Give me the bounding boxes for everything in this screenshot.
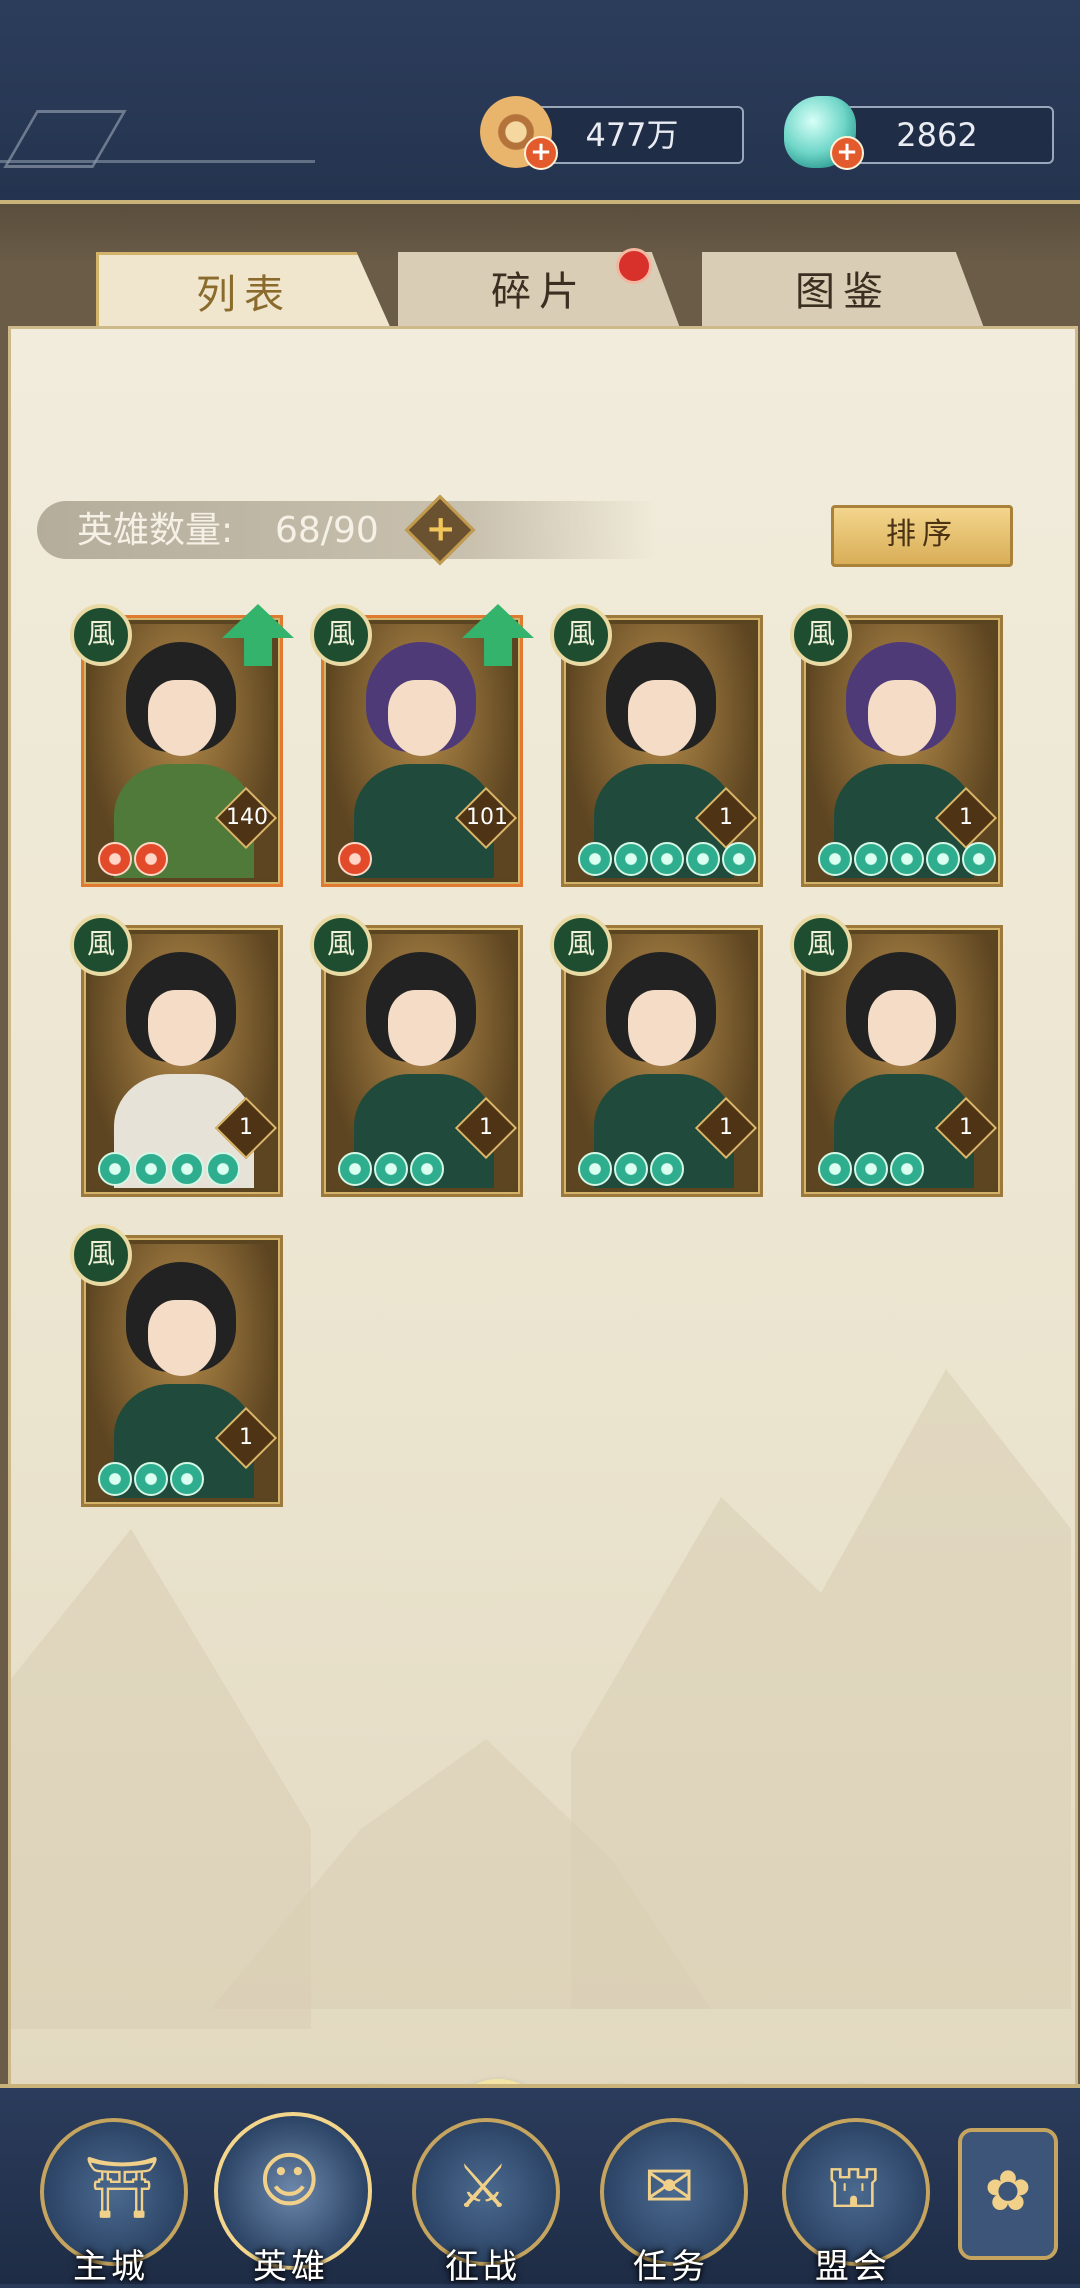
star-rating: [338, 1152, 444, 1186]
wind-element-icon: 風: [550, 604, 612, 666]
star-rating: [578, 842, 756, 876]
star-icon: [650, 1152, 684, 1186]
hero-card[interactable]: 風1: [790, 914, 1003, 1197]
star-icon: [614, 842, 648, 876]
star-icon: [98, 1462, 132, 1496]
star-icon: [614, 1152, 648, 1186]
plus-icon: +: [425, 508, 456, 550]
nav-quests[interactable]: ✉ 任务: [596, 2118, 748, 2287]
hero-level: 1: [719, 805, 733, 830]
hero-list-panel: 英雄数量: 68/90 + 排序 風 140 風 101 風 1 風 1 風 1 風 1 風 1 風 1 風 1 …: [8, 326, 1078, 2189]
tab-list[interactable]: 列表: [96, 252, 392, 331]
nav-label: 英雄: [253, 2247, 329, 2287]
star-icon: [374, 1152, 408, 1186]
wind-element-icon: 風: [70, 604, 132, 666]
tab-codex[interactable]: 图鉴: [702, 252, 984, 328]
star-icon: [650, 842, 684, 876]
hero-level: 101: [466, 805, 508, 830]
star-icon: [962, 842, 996, 876]
star-icon: [890, 842, 924, 876]
more-menu-button[interactable]: ✿: [958, 2128, 1058, 2260]
hero-count-label: 英雄数量:: [77, 510, 234, 551]
hero-level: 140: [226, 805, 268, 830]
nav-campaign[interactable]: ⚔ 征战: [408, 2118, 560, 2287]
star-icon: [170, 1462, 204, 1496]
hero-level: 1: [959, 1115, 973, 1140]
star-icon: [926, 842, 960, 876]
nav-label: 任务: [633, 2247, 709, 2287]
star-icon: [206, 1152, 240, 1186]
hero-card[interactable]: 風1: [550, 914, 763, 1197]
star-icon: [98, 1152, 132, 1186]
star-icon: [890, 1152, 924, 1186]
wind-element-icon: 風: [550, 914, 612, 976]
wind-element-icon: 風: [70, 914, 132, 976]
star-icon: [170, 1152, 204, 1186]
star-icon: [98, 842, 132, 876]
star-icon: [578, 842, 612, 876]
hero-card[interactable]: 風 101: [310, 604, 534, 887]
wind-element-icon: 風: [790, 914, 852, 976]
hero-card[interactable]: 風 140: [70, 604, 294, 887]
star-icon: [134, 842, 168, 876]
upgrade-arrow-icon: [462, 604, 534, 666]
star-icon: [854, 1152, 888, 1186]
star-rating: [98, 1152, 240, 1186]
hero-level: 1: [959, 805, 973, 830]
star-icon: [578, 1152, 612, 1186]
star-rating: [578, 1152, 684, 1186]
hero-card[interactable]: 風1: [70, 914, 283, 1197]
star-rating: [818, 1152, 924, 1186]
nav-heroes[interactable]: ☺ 英雄: [214, 2112, 372, 2287]
nav-main-city[interactable]: ⛩ 主城: [36, 2118, 188, 2287]
star-icon: [818, 1152, 852, 1186]
notification-dot: [616, 248, 652, 284]
star-rating: [338, 842, 372, 876]
sort-button[interactable]: 排序: [831, 505, 1013, 567]
hero-main-area: 列表 碎片 图鉴 英雄数量: 68/90 + 排序 風 140 風 101 風 1 風 1 風 1…: [0, 204, 1080, 2189]
star-icon: [410, 1152, 444, 1186]
divider-line: [0, 160, 315, 163]
nav-label: 主城: [73, 2247, 149, 2287]
wind-element-icon: 風: [310, 604, 372, 666]
hero-card[interactable]: 風1: [790, 604, 1003, 887]
wind-element-icon: 風: [310, 914, 372, 976]
hero-count-value: 68/90: [275, 510, 379, 551]
hero-level: 1: [719, 1115, 733, 1140]
star-icon: [854, 842, 888, 876]
star-rating: [98, 842, 168, 876]
hero-card[interactable]: 風1: [70, 1224, 283, 1507]
nav-label: 盟会: [815, 2247, 891, 2287]
nav-label: 征战: [445, 2247, 521, 2287]
star-icon: [686, 842, 720, 876]
hero-card[interactable]: 風1: [550, 604, 763, 887]
hero-level: 1: [479, 1115, 493, 1140]
star-icon: [722, 842, 756, 876]
star-icon: [134, 1152, 168, 1186]
add-coins-button[interactable]: +: [524, 136, 558, 170]
bottom-navigation: ⛩ 主城 ☺ 英雄 ⚔ 征战 ✉ 任务 ⛫ 盟会 ✿: [0, 2084, 1080, 2287]
hero-level: 1: [239, 1425, 253, 1450]
star-icon: [818, 842, 852, 876]
nav-guild[interactable]: ⛫ 盟会: [778, 2118, 930, 2287]
wind-element-icon: 風: [790, 604, 852, 666]
add-gems-button[interactable]: +: [830, 136, 864, 170]
star-icon: [338, 1152, 372, 1186]
hero-level: 1: [239, 1115, 253, 1140]
wind-element-icon: 風: [70, 1224, 132, 1286]
star-rating: [98, 1462, 204, 1496]
star-icon: [134, 1462, 168, 1496]
star-icon: [338, 842, 372, 876]
star-rating: [818, 842, 996, 876]
upgrade-arrow-icon: [222, 604, 294, 666]
top-resource-bar: 477万 + 2862 +: [0, 0, 1080, 204]
hero-card[interactable]: 風1: [310, 914, 523, 1197]
